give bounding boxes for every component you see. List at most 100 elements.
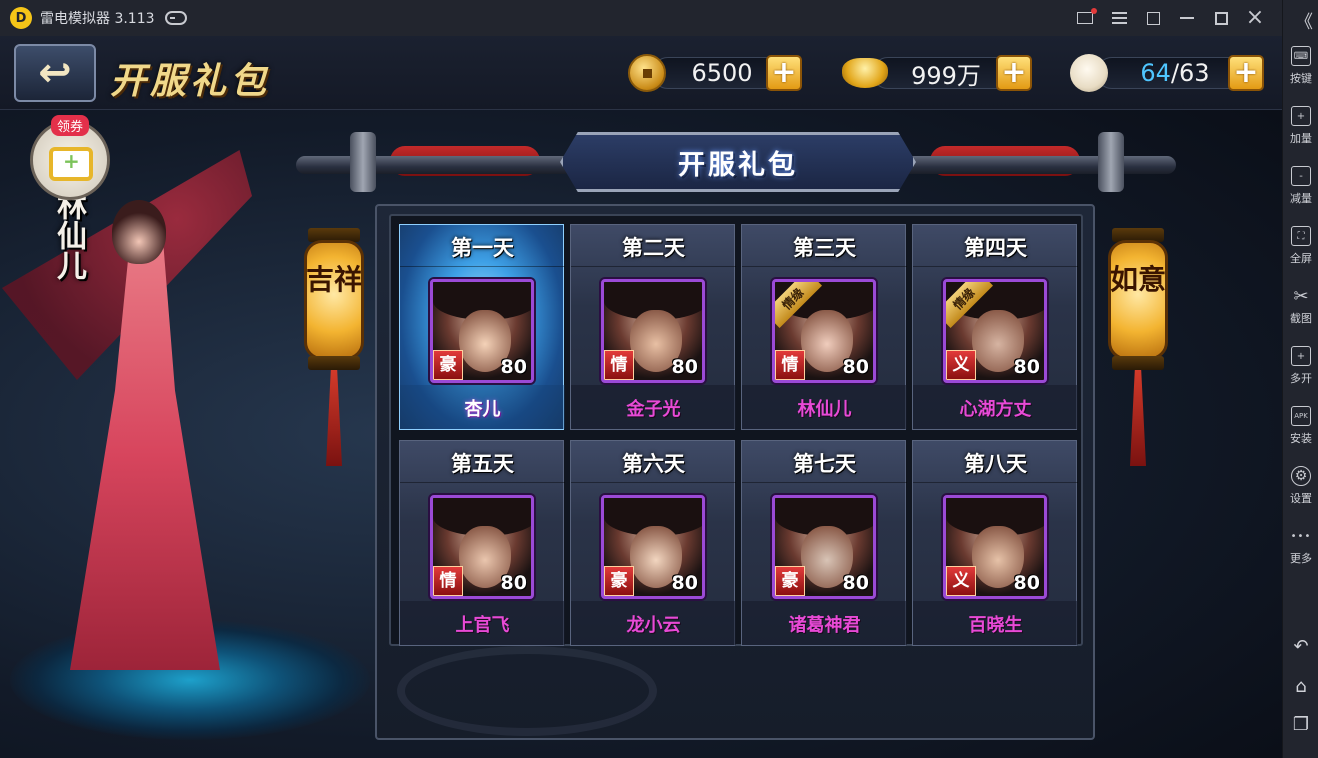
day-reward-card-4[interactable]: 第四天 情缘 义 80 心湖方丈 — [912, 224, 1078, 430]
hero-level: 80 — [500, 356, 527, 378]
more-dots-icon: ••• — [1290, 530, 1312, 542]
sidebar-item-keymap[interactable]: ⌨ 按键 — [1283, 46, 1318, 86]
game-back-button[interactable]: ↩ — [14, 44, 96, 102]
hero-level: 80 — [671, 572, 698, 594]
android-home-button[interactable]: ⌂ — [1283, 676, 1318, 697]
stamina-resource: 64/63 + — [1070, 54, 1264, 92]
gift-grid-frame: 第一天 豪 80 杏儿 第二天 情 80 金子光 第三天 情缘 情 80 林仙儿… — [389, 214, 1083, 646]
hero-type-badge: 豪 — [433, 350, 463, 380]
coupon-ticket-icon — [49, 147, 93, 181]
close-button[interactable]: × — [1238, 0, 1272, 36]
hero-name: 百晓生 — [968, 615, 1023, 636]
hero-portrait[interactable]: 情缘 义 80 — [943, 279, 1047, 383]
hero-type-badge: 情 — [604, 350, 634, 380]
android-back-button[interactable]: ↶ — [1283, 636, 1318, 657]
day-label: 第三天 — [742, 229, 907, 267]
sidebar-item-label: 全屏 — [1290, 252, 1312, 265]
sidebar-item-volume-up[interactable]: + 加量 — [1283, 106, 1318, 146]
mail-icon — [1077, 8, 1097, 24]
gamepad-icon[interactable] — [164, 11, 187, 25]
sidebar-item-more[interactable]: ••• 更多 — [1283, 526, 1318, 566]
scroll-cap-right — [1098, 132, 1124, 192]
hero-type-badge: 义 — [946, 350, 976, 380]
hero-portrait[interactable]: 情缘 情 80 — [772, 279, 876, 383]
sidebar-item-install-apk[interactable]: APK 安装 — [1283, 406, 1318, 446]
sidebar-collapse-button[interactable]: 《 — [1283, 8, 1318, 34]
sidebar-item-label: 更多 — [1290, 552, 1312, 565]
day-reward-card-5[interactable]: 第五天 情 80 上官飞 — [399, 440, 565, 646]
emulator-logo-icon: D — [10, 7, 32, 29]
home-icon: ⌂ — [1295, 676, 1307, 697]
mail-button[interactable] — [1068, 0, 1102, 36]
minimize-icon — [1180, 17, 1194, 19]
coupon-button[interactable]: 领券 — [30, 115, 110, 200]
character-name: 林仙儿 — [51, 190, 86, 280]
day-reward-card-7[interactable]: 第七天 豪 80 诸葛神君 — [741, 440, 907, 646]
fullscreen-icon: ⛶ — [1291, 226, 1311, 246]
sidebar-item-label: 设置 — [1290, 492, 1312, 505]
recents-icon: ❐ — [1292, 714, 1310, 735]
sidebar-item-volume-down[interactable]: - 减量 — [1283, 166, 1318, 206]
day-label: 第八天 — [913, 445, 1078, 483]
game-screen: ↩ 开服礼包 6500 + 999万 + 64/63 + 林仙儿 领券 + 开服… — [0, 36, 1282, 758]
hero-portrait[interactable]: 情 80 — [430, 495, 534, 599]
sidebar-item-settings[interactable]: ⚙ 设置 — [1283, 466, 1318, 506]
gift-grid: 第一天 豪 80 杏儿 第二天 情 80 金子光 第三天 情缘 情 80 林仙儿… — [399, 224, 1078, 646]
game-topbar: ↩ 开服礼包 6500 + 999万 + 64/63 + — [0, 36, 1282, 110]
character-display: 林仙儿 领券 — [0, 110, 380, 758]
day-reward-card-1[interactable]: 第一天 豪 80 杏儿 — [399, 224, 565, 430]
stamina-current: 64 — [1140, 59, 1171, 87]
hero-portrait[interactable]: 义 80 — [943, 495, 1047, 599]
back-icon: ↶ — [1293, 636, 1309, 657]
copper-resource: 6500 + — [628, 54, 802, 92]
hero-name: 心湖方丈 — [959, 399, 1032, 420]
menu-icon — [1111, 12, 1127, 24]
day-label: 第四天 — [913, 229, 1078, 267]
sidebar-item-fullscreen[interactable]: ⛶ 全屏 — [1283, 226, 1318, 266]
gift-panel: 第一天 豪 80 杏儿 第二天 情 80 金子光 第三天 情缘 情 80 林仙儿… — [375, 204, 1095, 740]
hero-portrait[interactable]: 豪 80 — [430, 279, 534, 383]
close-icon: × — [1245, 5, 1265, 30]
hero-name: 上官飞 — [455, 615, 510, 636]
sidebar-item-multi-instance[interactable]: + 多开 — [1283, 346, 1318, 386]
hero-name: 林仙儿 — [797, 399, 852, 420]
window-mode-button[interactable] — [1136, 0, 1170, 36]
menu-button[interactable] — [1102, 0, 1136, 36]
gold-resource: 999万 + — [842, 54, 1032, 92]
emulator-title: 雷电模拟器 3.113 — [40, 11, 155, 27]
hero-type-badge: 情 — [433, 566, 463, 596]
hero-level: 80 — [1013, 356, 1040, 378]
hero-portrait[interactable]: 情 80 — [601, 279, 705, 383]
steamed-bun-icon — [1070, 54, 1108, 92]
hero-level: 80 — [500, 572, 527, 594]
lantern-left: 吉祥 — [304, 226, 364, 466]
lantern-body — [304, 240, 364, 360]
day-label: 第五天 — [400, 445, 565, 483]
hero-name: 金子光 — [626, 399, 681, 420]
sidebar-item-screenshot[interactable]: ✂ 截图 — [1283, 286, 1318, 326]
hero-portrait[interactable]: 豪 80 — [601, 495, 705, 599]
add-gold-button[interactable]: + — [996, 55, 1032, 91]
maximize-button[interactable] — [1204, 0, 1238, 36]
add-copper-button[interactable]: + — [766, 55, 802, 91]
copper-coin-icon — [628, 54, 666, 92]
day-reward-card-8[interactable]: 第八天 义 80 百晓生 — [912, 440, 1078, 646]
add-stamina-button[interactable]: + — [1228, 55, 1264, 91]
sidebar-item-label: 减量 — [1290, 192, 1312, 205]
lantern-text: 吉祥 — [305, 263, 362, 296]
hero-portrait[interactable]: 豪 80 — [772, 495, 876, 599]
scissors-icon: ✂ — [1293, 285, 1309, 307]
back-arrow-icon: ↩ — [38, 50, 72, 96]
day-reward-card-2[interactable]: 第二天 情 80 金子光 — [570, 224, 736, 430]
day-reward-card-6[interactable]: 第六天 豪 80 龙小云 — [570, 440, 736, 646]
scroll-cap-left — [350, 132, 376, 192]
minimize-button[interactable] — [1170, 0, 1204, 36]
android-recents-button[interactable]: ❐ — [1283, 714, 1318, 735]
day-reward-card-3[interactable]: 第三天 情缘 情 80 林仙儿 — [741, 224, 907, 430]
lantern-right: 如意 — [1108, 226, 1168, 466]
day-label: 第七天 — [742, 445, 907, 483]
header-plate: 开服礼包 — [560, 132, 916, 192]
hero-type-badge: 豪 — [604, 566, 634, 596]
hero-type-badge: 情 — [775, 350, 805, 380]
page-title: 开服礼包 — [110, 61, 271, 102]
